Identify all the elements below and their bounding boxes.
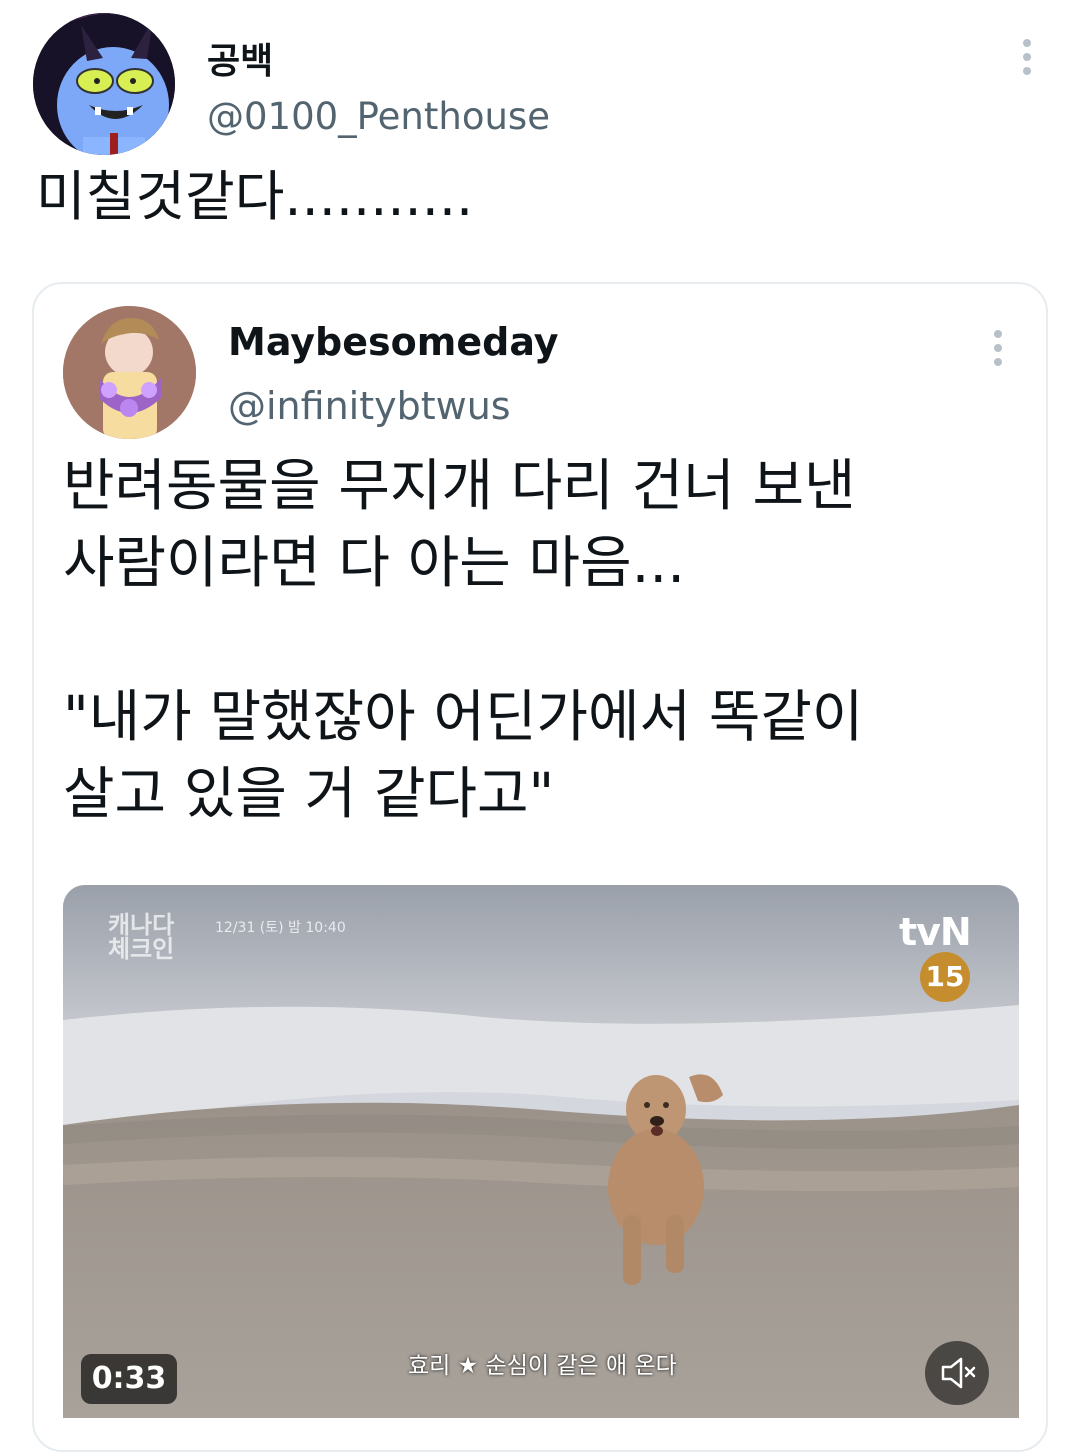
video-subtitle: 효리 ★ 순심이 같은 애 온다 [408, 1353, 677, 1379]
author-name[interactable]: 공백 [207, 32, 273, 84]
age-rating-badge: 15 [920, 952, 970, 1002]
quoted-author-handle[interactable]: @infinitybtwus [228, 384, 511, 428]
author-handle[interactable]: @0100_Penthouse [207, 95, 550, 138]
video-thumbnail[interactable] [63, 885, 1019, 1418]
video-duration-badge: 0:33 [81, 1354, 177, 1404]
quoted-author-name[interactable]: Maybesomeday [228, 320, 559, 364]
more-options-icon[interactable] [1022, 39, 1032, 81]
mute-icon[interactable] [925, 1341, 989, 1405]
channel-logo: tvN [899, 910, 972, 954]
video-overlay-date: 12/31 (토) 밤 10:40 [215, 920, 346, 936]
video-overlay-title: 캐나다 체크인 [108, 911, 175, 963]
quoted-post-text: 반려동물을 무지개 다리 건너 보낸 사람이라면 다 아는 마음... "내가 … [63, 454, 864, 827]
quoted-author-avatar[interactable] [63, 306, 196, 439]
post-text: 미칠것같다........... [36, 165, 474, 228]
quoted-more-options-icon[interactable] [993, 330, 1003, 372]
author-avatar[interactable] [33, 13, 175, 155]
